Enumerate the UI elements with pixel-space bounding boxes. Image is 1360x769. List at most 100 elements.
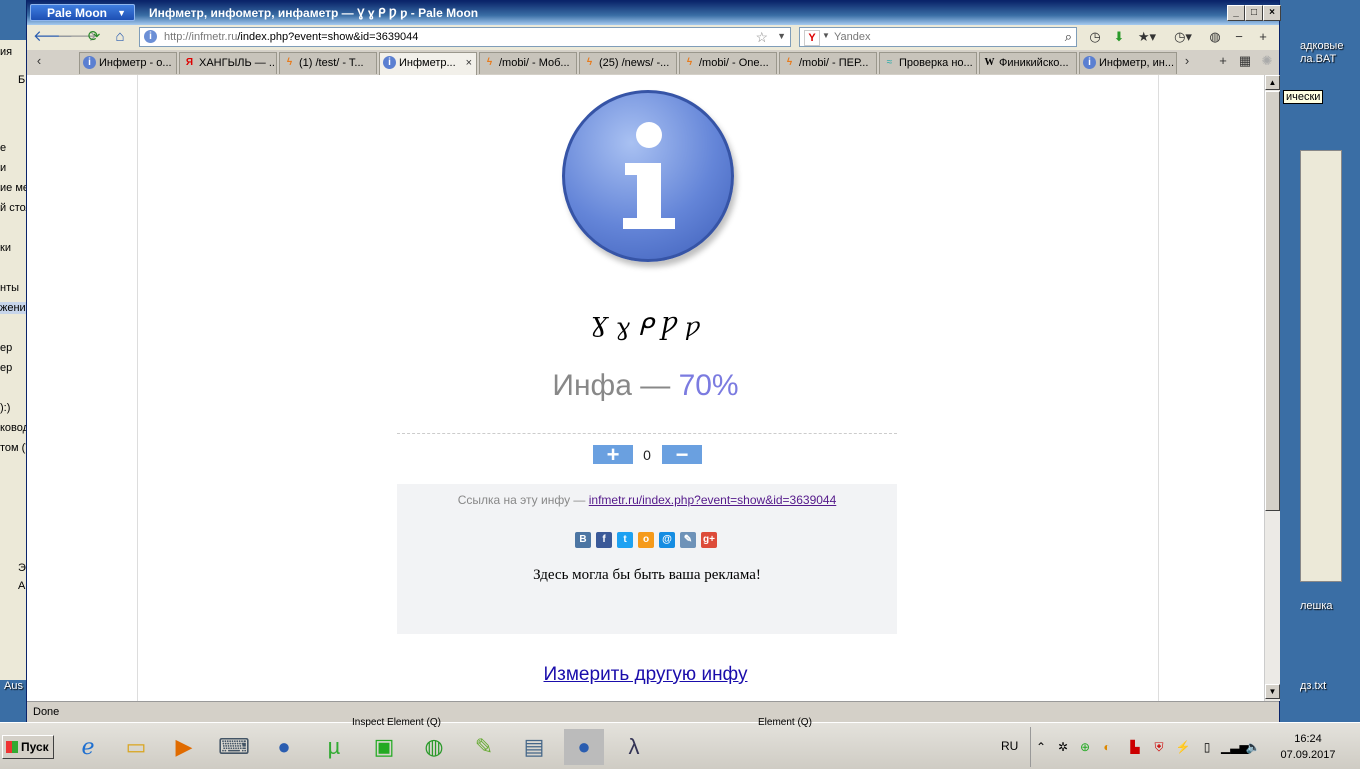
tab-label: Проверка но...	[899, 57, 973, 69]
tray-device-icon[interactable]: ▯	[1199, 739, 1215, 755]
livejournal-icon[interactable]: ✎	[680, 532, 696, 548]
info-icon: i	[1083, 56, 1096, 69]
desktop-icon-label[interactable]: лешка	[1300, 600, 1333, 612]
download-manager-icon[interactable]: ◍	[414, 729, 454, 765]
status-text: Done	[33, 706, 60, 718]
desktop-icon-label[interactable]: ла.BAT	[1300, 53, 1336, 65]
speaker-icon[interactable]: 🔈	[1245, 739, 1261, 755]
scroll-thumb[interactable]	[1265, 91, 1280, 511]
tray-weather-icon[interactable]: ◐	[1099, 739, 1115, 755]
close-button[interactable]: ×	[1263, 5, 1281, 21]
tray-network-icon[interactable]: ⚡	[1175, 739, 1191, 755]
tab[interactable]: ≈ Проверка но...	[879, 52, 977, 74]
tab-active[interactable]: i Инфметр... ×	[379, 52, 477, 75]
desktop-icon-label[interactable]: Aus	[4, 680, 23, 692]
address-bar[interactable]: i http://infmetr.ru/index.php?event=show…	[139, 27, 791, 47]
bg-row: ер	[0, 362, 13, 374]
info-icon: i	[83, 56, 96, 69]
vote-down-button[interactable]: −	[662, 444, 702, 466]
tab-groups-icon[interactable]: ▦	[1235, 52, 1255, 70]
download-icon[interactable]: ⬇	[1109, 28, 1129, 46]
home-icon[interactable]: ⌂	[111, 28, 129, 46]
clock-icon[interactable]: ◷▾	[1173, 28, 1193, 46]
mailru-icon[interactable]: @	[659, 532, 675, 548]
tab[interactable]: ϟ/mobi/ - ПЕР...	[779, 52, 877, 74]
wave-icon: ≈	[886, 57, 893, 68]
pale-moon-active-icon[interactable]: ●	[564, 729, 604, 765]
folder-icon[interactable]: ▭	[116, 729, 156, 765]
pale-moon-icon[interactable]: ●	[264, 729, 304, 765]
tab[interactable]: ϟ (1) /test/ - T...	[279, 52, 377, 74]
engine-dropdown-icon[interactable]: ▼	[822, 31, 830, 40]
twitter-icon[interactable]: t	[617, 532, 633, 548]
language-indicator[interactable]: RU	[1001, 739, 1018, 753]
vk-icon[interactable]: B	[575, 532, 591, 548]
expand-tray-icon[interactable]: ⌃	[1033, 739, 1049, 755]
tray-app-icon[interactable]: ✲	[1055, 739, 1071, 755]
url-dropdown-icon[interactable]: ▼	[777, 31, 786, 41]
title-bar[interactable]: Pale Moon ▼ Инфметр, инфометр, инфаметр …	[27, 1, 1281, 25]
clock-date: 07.09.2017	[1280, 749, 1336, 761]
url-text: http://infmetr.ru/index.php?event=show&i…	[164, 31, 418, 43]
tab-label: ХАНГЫЛЬ — ...	[199, 57, 277, 69]
site-identity-icon[interactable]: i	[144, 30, 157, 43]
yandex-engine-icon[interactable]: Y	[804, 30, 820, 46]
minus-icon[interactable]: −	[1229, 28, 1249, 46]
googleplus-icon[interactable]: g+	[701, 532, 717, 548]
tab[interactable]: i Инфметр - о...	[79, 52, 177, 74]
tab[interactable]: ϟ/mobi/ - Моб...	[479, 52, 577, 74]
new-tab-icon[interactable]: +	[1213, 52, 1233, 70]
tab[interactable]: W Финикийско...	[979, 52, 1077, 74]
minimize-button[interactable]: _	[1227, 5, 1245, 21]
clock[interactable]: 16:24 07.09.2017	[1278, 731, 1338, 763]
app-menu-button[interactable]: Pale Moon ▼	[30, 4, 135, 21]
media-player-icon[interactable]: ▶	[164, 729, 204, 765]
tab[interactable]: Я ХАНГЫЛЬ — ...	[179, 52, 277, 74]
volume-bars-icon[interactable]: ▁▃▅	[1221, 739, 1249, 755]
tray-update-icon[interactable]: ⊕	[1077, 739, 1093, 755]
tab[interactable]: ϟ (25) /news/ -...	[579, 52, 677, 74]
maximize-button[interactable]: □	[1245, 5, 1263, 21]
notepad-icon[interactable]: ✎	[464, 729, 504, 765]
lambda-icon[interactable]: λ	[614, 729, 654, 765]
tabs-scroll-left-icon[interactable]: ‹	[29, 52, 49, 70]
bookmark-star-icon[interactable]: ☆	[755, 29, 768, 46]
vote-up-button[interactable]: +	[593, 444, 633, 466]
desktop-icon-label[interactable]: дз.txt	[1300, 680, 1326, 692]
tab[interactable]: i Инфметр, ин...	[1079, 52, 1177, 74]
back-arrow-icon[interactable]: 🡐	[33, 28, 73, 46]
measure-another-link[interactable]: Измерить другую инфу	[544, 664, 748, 685]
bg-row: ие ме	[0, 182, 29, 194]
addon-icon[interactable]: ◍	[1205, 28, 1225, 46]
odnoklassniki-icon[interactable]: o	[638, 532, 654, 548]
terminal-icon[interactable]: ▣	[364, 729, 404, 765]
background-text: Element (Q)	[758, 717, 812, 728]
bookmarks-menu-icon[interactable]: ★▾	[1137, 28, 1157, 46]
permalink-link[interactable]: infmetr.ru/index.php?event=show&id=36390…	[589, 493, 837, 507]
tabs-scroll-right-icon[interactable]: ›	[1177, 52, 1197, 70]
control-panel-icon[interactable]: ▤	[514, 729, 554, 765]
vertical-scrollbar[interactable]: ▲ ▼	[1264, 75, 1280, 701]
search-bar[interactable]: Y ▼ Yandex ⌕	[799, 27, 1077, 47]
tray-security-icon[interactable]: ⛨	[1151, 739, 1167, 755]
scroll-up-icon[interactable]: ▲	[1265, 75, 1280, 90]
close-tab-icon[interactable]: ×	[466, 53, 472, 73]
permalink-prefix: Ссылка на эту инфу —	[457, 493, 589, 507]
utorrent-icon[interactable]: µ	[314, 729, 354, 765]
tray-usb-icon[interactable]: ▙	[1127, 739, 1143, 755]
internet-explorer-icon[interactable]: ℯ	[68, 729, 108, 765]
search-icon[interactable]: ⌕	[1065, 29, 1072, 45]
plus-icon[interactable]: +	[1253, 28, 1273, 46]
scroll-down-icon[interactable]: ▼	[1265, 684, 1280, 699]
forward-arrow-icon[interactable]: 🡒	[57, 28, 97, 46]
share-box: Ссылка на эту инфу — infmetr.ru/index.ph…	[397, 484, 897, 634]
info-icon	[562, 90, 734, 262]
desktop-icon-label[interactable]: адковые	[1300, 40, 1343, 52]
history-icon[interactable]: ◷	[1085, 28, 1105, 46]
facebook-icon[interactable]: f	[596, 532, 612, 548]
start-button[interactable]: Пуск	[2, 735, 54, 759]
keyboard-icon[interactable]: ⌨	[214, 729, 254, 765]
tab[interactable]: ϟ/mobi/ - One...	[679, 52, 777, 74]
reload-icon[interactable]: ⟳	[85, 28, 103, 46]
tab-label: /mobi/ - Моб...	[499, 57, 570, 69]
